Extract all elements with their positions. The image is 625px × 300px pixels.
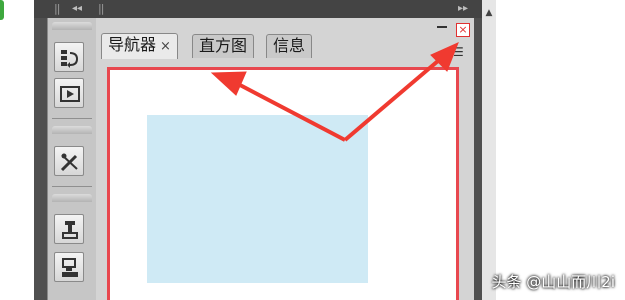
annotation-arrows: [210, 42, 459, 142]
arrow-head-tab: [210, 71, 247, 96]
arrow-to-close: [343, 53, 447, 142]
tab-navigator[interactable]: 导航器 ×: [101, 33, 178, 59]
arrow-to-tab: [239, 83, 346, 142]
tab-close-icon[interactable]: ×: [160, 39, 171, 54]
tab-navigator-label: 导航器: [108, 35, 157, 54]
watermark: 头条 @山山而川2i: [491, 273, 615, 291]
arrow-head-close: [430, 42, 459, 72]
